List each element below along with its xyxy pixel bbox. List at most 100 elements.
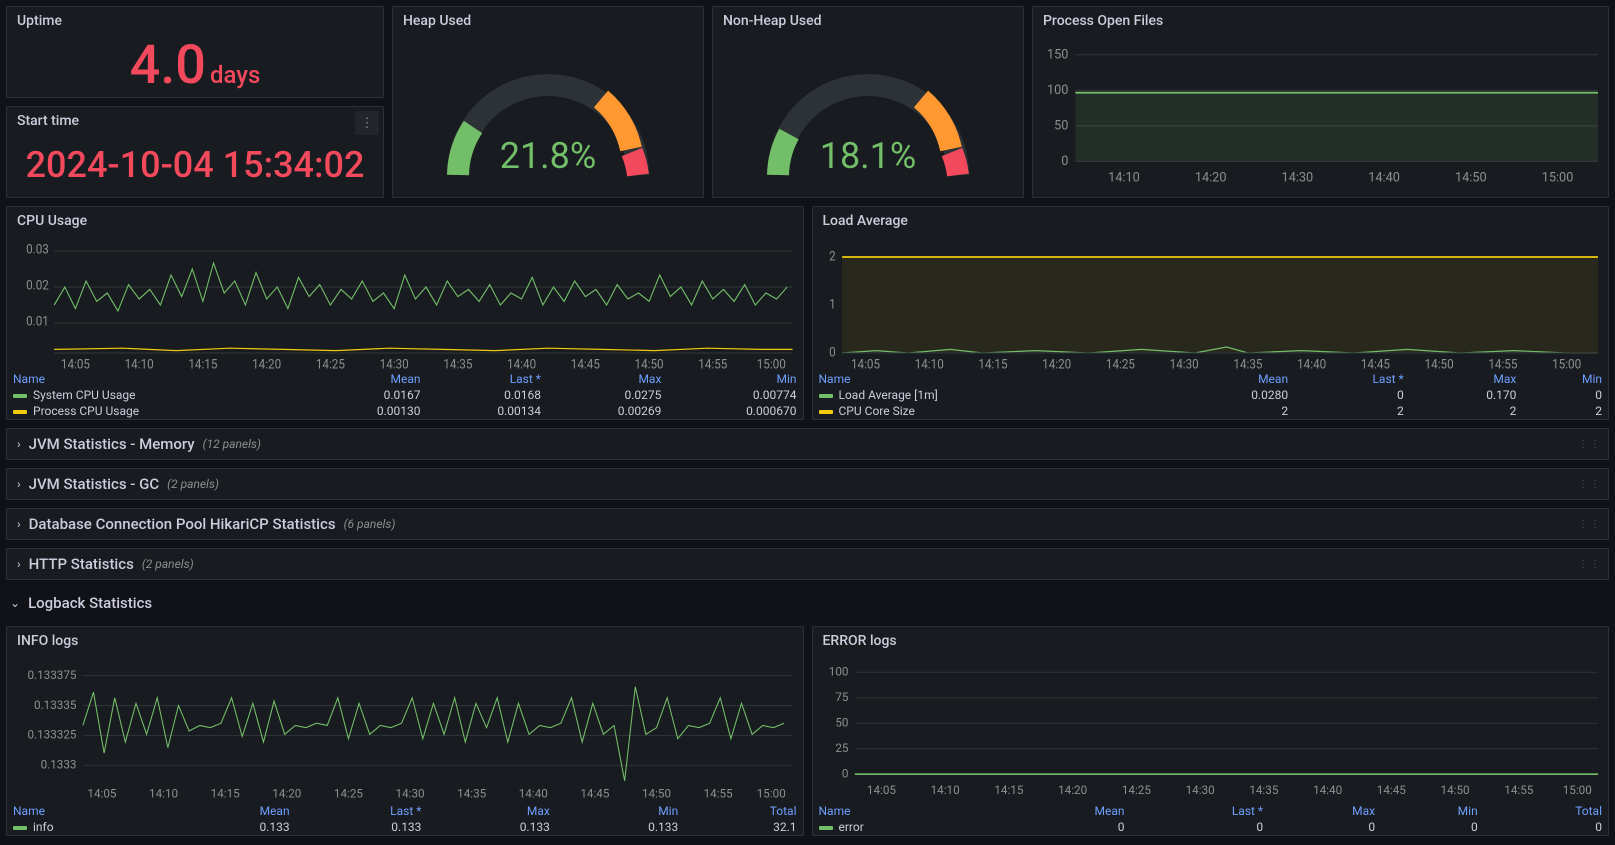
- uptime-panel[interactable]: Uptime 4.0days: [6, 6, 384, 98]
- svg-text:0.1333: 0.1333: [41, 757, 77, 771]
- svg-text:14:20: 14:20: [1195, 170, 1227, 185]
- panel-menu-icon[interactable]: ⋮: [355, 111, 379, 135]
- panel-title: Start time: [7, 107, 383, 133]
- svg-text:0.03: 0.03: [26, 242, 49, 258]
- svg-text:100: 100: [1047, 83, 1068, 98]
- nonheap-gauge-label: 18.1%: [743, 135, 993, 177]
- table-row[interactable]: info0.1330.1330.1330.13332.1: [7, 819, 803, 835]
- drag-handle-icon[interactable]: ⋮⋮: [1578, 439, 1602, 450]
- svg-text:14:50: 14:50: [642, 786, 671, 800]
- row-section[interactable]: › Database Connection Pool HikariCP Stat…: [6, 508, 1609, 540]
- row-section[interactable]: › JVM Statistics - Memory (12 panels) ⋮⋮: [6, 428, 1609, 460]
- svg-text:0.01: 0.01: [26, 314, 49, 330]
- panel-title: INFO logs: [7, 627, 803, 653]
- svg-text:14:45: 14:45: [571, 357, 600, 371]
- svg-text:25: 25: [835, 741, 848, 755]
- table-row[interactable]: CPU Core Size2222: [813, 403, 1609, 419]
- svg-text:14:25: 14:25: [334, 786, 363, 800]
- table-row[interactable]: error00000: [813, 819, 1609, 835]
- panel-title: Process Open Files: [1033, 7, 1608, 33]
- legend-swatch: [13, 394, 27, 398]
- drag-handle-icon[interactable]: ⋮⋮: [1578, 519, 1602, 530]
- svg-text:14:55: 14:55: [698, 357, 727, 371]
- svg-text:14:45: 14:45: [1376, 783, 1405, 797]
- panel-title: Load Average: [813, 207, 1609, 233]
- chevron-down-icon: ⌄: [10, 596, 20, 610]
- error-logs-panel[interactable]: ERROR logs 100 75 50 25 0 14:0514:10 14:…: [812, 626, 1610, 836]
- row-count: (2 panels): [142, 557, 194, 571]
- svg-text:50: 50: [835, 715, 848, 729]
- row-section[interactable]: › HTTP Statistics (2 panels) ⋮⋮: [6, 548, 1609, 580]
- open-files-panel[interactable]: Process Open Files 150 100 50 0 14:10 14…: [1032, 6, 1609, 198]
- svg-text:0.13335: 0.13335: [34, 698, 77, 712]
- svg-text:14:40: 14:40: [519, 786, 548, 800]
- svg-text:15:00: 15:00: [1542, 170, 1574, 185]
- svg-text:14:15: 14:15: [188, 357, 217, 371]
- svg-text:14:20: 14:20: [252, 357, 281, 371]
- legend-swatch: [13, 826, 27, 830]
- panel-title: Non-Heap Used: [713, 7, 1023, 33]
- svg-text:14:55: 14:55: [1488, 357, 1517, 371]
- chevron-right-icon: ›: [17, 437, 21, 451]
- svg-text:14:30: 14:30: [380, 357, 409, 371]
- svg-text:14:25: 14:25: [1105, 357, 1134, 371]
- svg-text:14:40: 14:40: [1313, 783, 1342, 797]
- legend-swatch: [819, 394, 833, 398]
- row-section[interactable]: ⌄ Logback Statistics: [6, 588, 1609, 618]
- svg-text:0: 0: [829, 345, 836, 361]
- row-title: JVM Statistics - Memory: [29, 435, 195, 453]
- load-panel[interactable]: Load Average 2 1 0 14:0514:10 14:1514:20…: [812, 206, 1610, 420]
- heap-gauge-label: 21.8%: [423, 135, 673, 177]
- svg-text:14:45: 14:45: [1360, 357, 1389, 371]
- svg-text:14:10: 14:10: [125, 357, 154, 371]
- svg-text:15:00: 15:00: [1562, 783, 1591, 797]
- svg-text:14:20: 14:20: [1058, 783, 1087, 797]
- svg-text:14:10: 14:10: [930, 783, 959, 797]
- row-count: (12 panels): [203, 437, 261, 451]
- info-logs-chart: 0.133375 0.13335 0.133325 0.1333 14:0514…: [7, 653, 803, 803]
- uptime-value: 4.0days: [130, 34, 261, 97]
- svg-text:14:20: 14:20: [1042, 357, 1071, 371]
- svg-text:14:30: 14:30: [396, 786, 425, 800]
- row-section[interactable]: › JVM Statistics - GC (2 panels) ⋮⋮: [6, 468, 1609, 500]
- drag-handle-icon[interactable]: ⋮⋮: [1578, 559, 1602, 570]
- svg-text:150: 150: [1047, 47, 1068, 62]
- row-title: Logback Statistics: [28, 594, 152, 612]
- chevron-right-icon: ›: [17, 477, 21, 491]
- info-logs-panel[interactable]: INFO logs 0.133375 0.13335 0.133325 0.13…: [6, 626, 804, 836]
- svg-text:14:55: 14:55: [1504, 783, 1533, 797]
- cpu-panel[interactable]: CPU Usage 0.03 0.02 0.01 14:0514:10 14:1…: [6, 206, 804, 420]
- row-title: HTTP Statistics: [29, 555, 134, 573]
- svg-text:14:50: 14:50: [1455, 170, 1487, 185]
- svg-text:14:10: 14:10: [149, 786, 178, 800]
- start-time-panel[interactable]: Start time ⋮ 2024-10-04 15:34:02: [6, 106, 384, 198]
- svg-text:14:10: 14:10: [1108, 170, 1140, 185]
- svg-text:14:15: 14:15: [994, 783, 1023, 797]
- error-logs-chart: 100 75 50 25 0 14:0514:10 14:1514:20 14:…: [813, 653, 1609, 803]
- svg-text:14:30: 14:30: [1282, 170, 1314, 185]
- load-stats-table: NameMeanLast *MaxMin Load Average [1m]0.…: [813, 371, 1609, 419]
- svg-text:14:35: 14:35: [443, 357, 472, 371]
- svg-text:14:25: 14:25: [1121, 783, 1150, 797]
- svg-text:14:25: 14:25: [316, 357, 345, 371]
- cpu-chart: 0.03 0.02 0.01 14:0514:10 14:1514:20 14:…: [7, 233, 803, 371]
- panel-title: CPU Usage: [7, 207, 803, 233]
- svg-text:14:50: 14:50: [1440, 783, 1469, 797]
- table-row[interactable]: Process CPU Usage0.001300.001340.002690.…: [7, 403, 803, 419]
- svg-text:14:15: 14:15: [978, 357, 1007, 371]
- table-row[interactable]: Load Average [1m]0.028000.1700: [813, 387, 1609, 403]
- nonheap-panel[interactable]: Non-Heap Used 18.1%: [712, 6, 1024, 198]
- svg-text:0.133375: 0.133375: [28, 668, 77, 682]
- svg-text:14:45: 14:45: [580, 786, 609, 800]
- table-row[interactable]: System CPU Usage0.01670.01680.02750.0077…: [7, 387, 803, 403]
- cpu-stats-table: NameMeanLast *MaxMin System CPU Usage0.0…: [7, 371, 803, 419]
- svg-text:75: 75: [835, 690, 848, 704]
- svg-text:14:30: 14:30: [1169, 357, 1198, 371]
- svg-text:100: 100: [828, 664, 848, 678]
- heap-gauge: 21.8%: [423, 45, 673, 185]
- heap-panel[interactable]: Heap Used 21.8%: [392, 6, 704, 198]
- drag-handle-icon[interactable]: ⋮⋮: [1578, 479, 1602, 490]
- svg-text:14:10: 14:10: [914, 357, 943, 371]
- svg-text:14:50: 14:50: [1424, 357, 1453, 371]
- row-count: (6 panels): [344, 517, 396, 531]
